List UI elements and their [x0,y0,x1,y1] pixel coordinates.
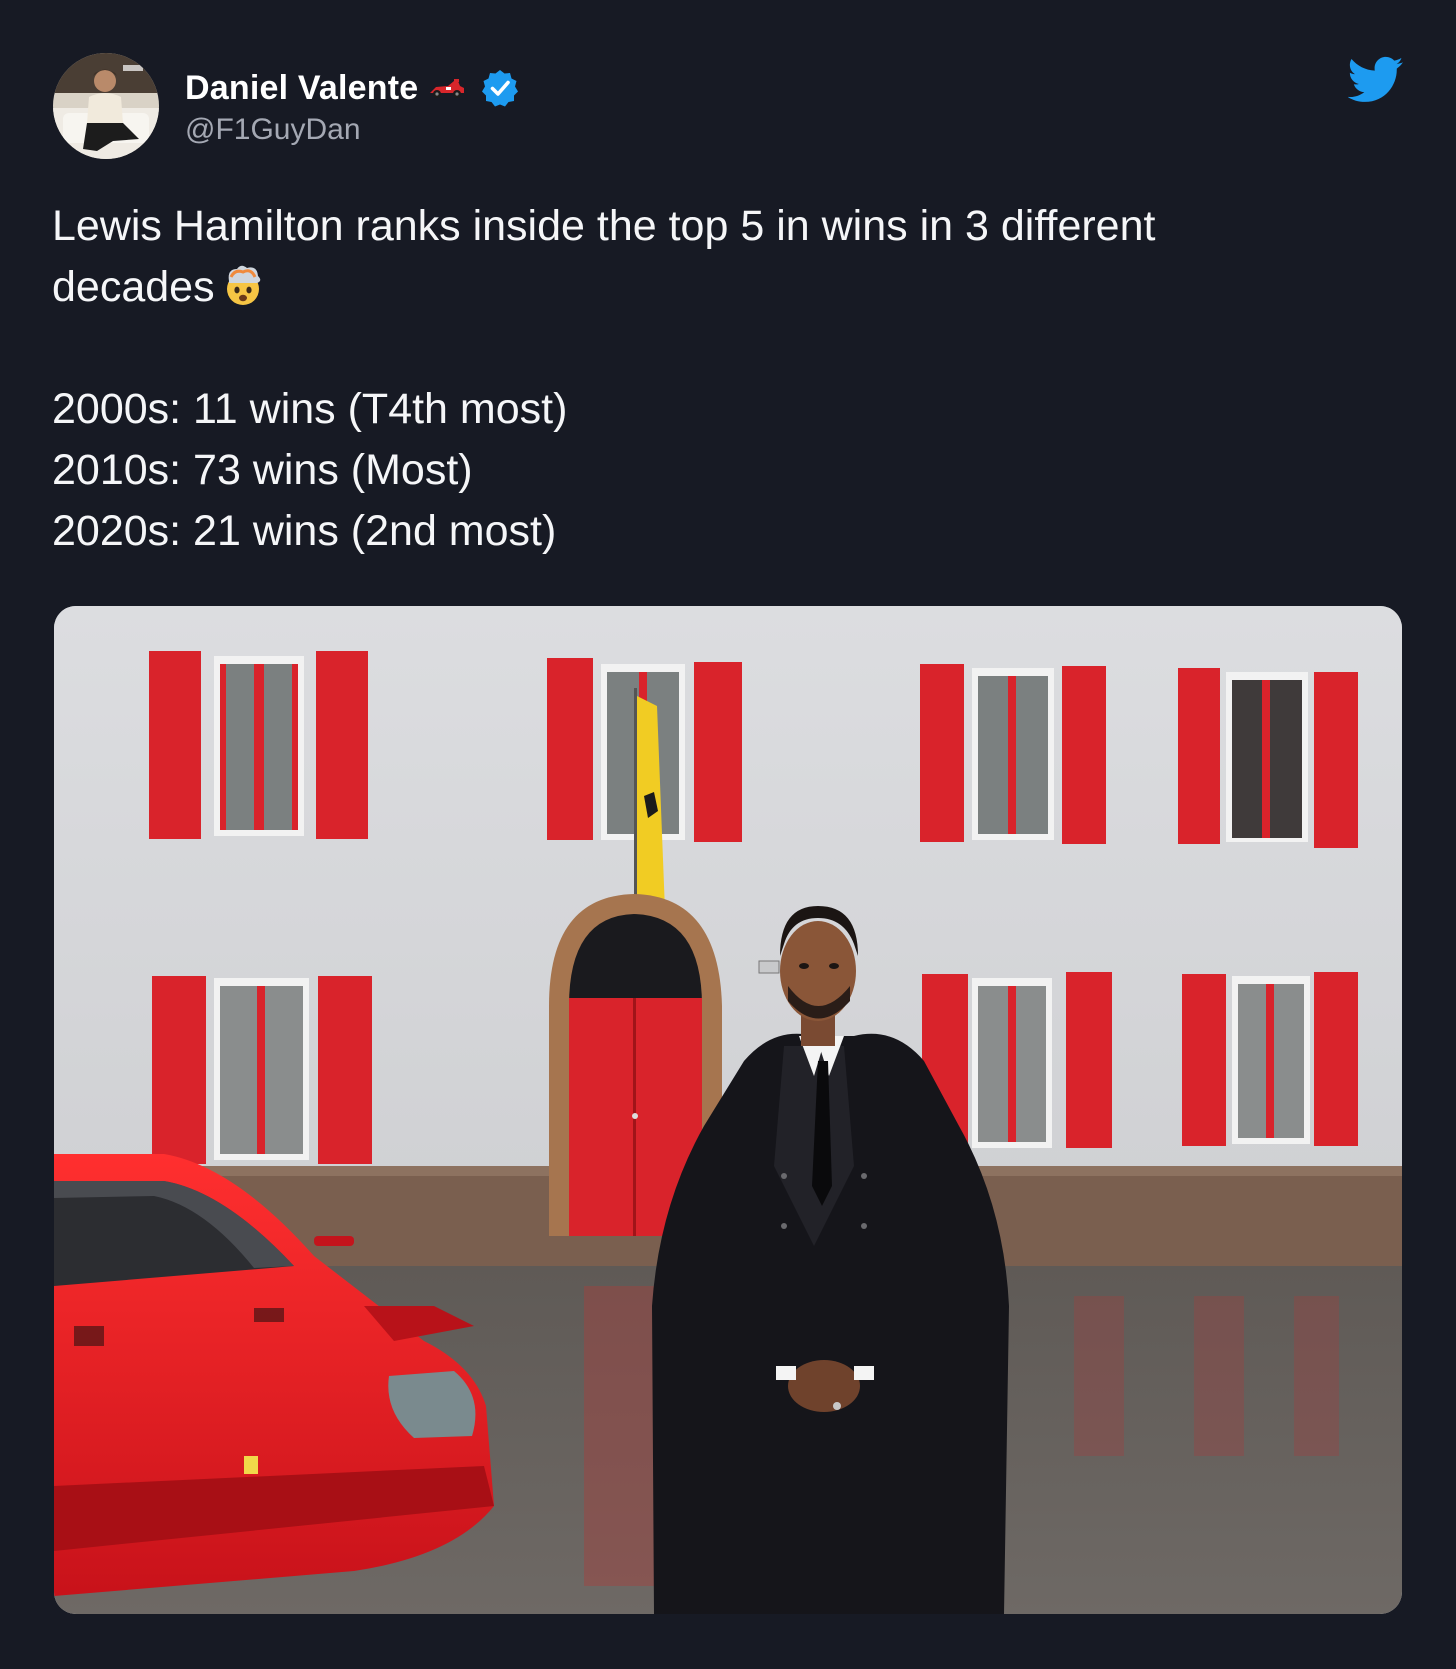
stat-line: 2000s: 11 wins (T4th most) [52,385,568,433]
verified-badge-icon [482,70,519,107]
twitter-bird-icon[interactable] [1348,56,1404,104]
author-names: Daniel Valente @F1GuyDan [185,65,520,147]
tweet-text-word: decades [52,263,215,311]
tweet-text-line-2: decades [52,257,1392,318]
tweet-header: Daniel Valente @F1GuyDan [53,53,520,159]
author-display-name[interactable]: Daniel Valente [185,69,418,108]
stat-line: 2020s: 21 wins (2nd most) [52,507,557,555]
stat-line: 2010s: 73 wins (Most) [52,446,473,494]
exploding-head-emoji [226,265,260,305]
author-avatar[interactable] [53,53,159,159]
tweet-text: Lewis Hamilton ranks inside the top 5 in… [52,196,1392,562]
tweet-card[interactable]: Daniel Valente @F1GuyDan Lewis Hamilton … [0,0,1456,1669]
tweet-photo[interactable] [54,606,1402,1614]
author-handle[interactable]: @F1GuyDan [185,113,520,147]
racing-car-emoji [430,79,465,98]
name-row: Daniel Valente [185,65,520,111]
tweet-text-line: Lewis Hamilton ranks inside the top 5 in… [52,202,1156,250]
